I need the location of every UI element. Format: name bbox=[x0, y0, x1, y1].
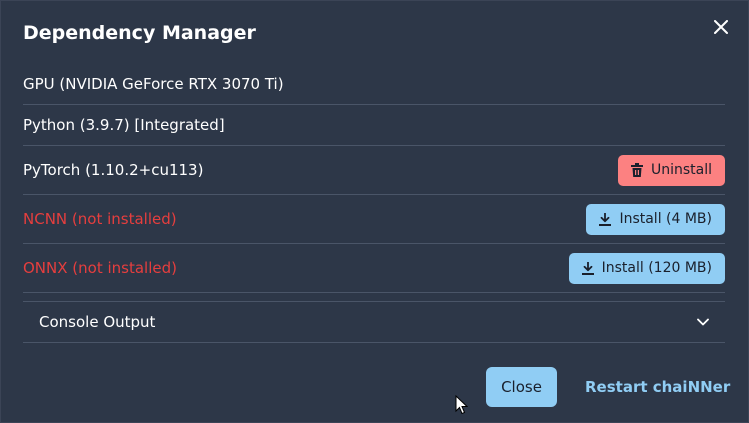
console-output-toggle[interactable]: Console Output bbox=[23, 301, 725, 343]
chevron-down-icon bbox=[697, 318, 709, 326]
mouse-cursor-icon bbox=[455, 395, 468, 415]
trash-icon bbox=[630, 163, 643, 177]
dependency-label: GPU (NVIDIA GeForce RTX 3070 Ti) bbox=[23, 75, 284, 93]
install-ncnn-button[interactable]: Install (4 MB) bbox=[586, 203, 725, 235]
dependency-list: GPU (NVIDIA GeForce RTX 3070 Ti) Python … bbox=[23, 64, 725, 343]
uninstall-pytorch-button[interactable]: Uninstall bbox=[617, 154, 725, 186]
dependency-label: ONNX (not installed) bbox=[23, 259, 177, 277]
dialog-title: Dependency Manager bbox=[23, 22, 256, 44]
close-icon bbox=[714, 20, 728, 34]
dependency-row-gpu: GPU (NVIDIA GeForce RTX 3070 Ti) bbox=[23, 64, 725, 105]
dependency-row-python: Python (3.9.7) [Integrated] bbox=[23, 105, 725, 146]
dependency-label: NCNN (not installed) bbox=[23, 210, 177, 228]
button-label: Install (120 MB) bbox=[601, 260, 712, 276]
download-icon bbox=[581, 261, 594, 275]
download-icon bbox=[599, 212, 612, 226]
close-dialog-button[interactable] bbox=[709, 15, 733, 39]
dependency-row-onnx: ONNX (not installed) Install (120 MB) bbox=[23, 244, 725, 293]
button-label: Uninstall bbox=[650, 162, 712, 178]
restart-chainner-button[interactable]: Restart chaiNNer bbox=[585, 367, 730, 407]
dependency-label: PyTorch (1.10.2+cu113) bbox=[23, 161, 204, 179]
dependency-manager-dialog: Dependency Manager GPU (NVIDIA GeForce R… bbox=[0, 0, 749, 423]
close-button[interactable]: Close bbox=[486, 367, 557, 407]
button-label: Install (4 MB) bbox=[619, 211, 712, 227]
dependency-row-pytorch: PyTorch (1.10.2+cu113) Uninstall bbox=[23, 146, 725, 195]
dependency-row-ncnn: NCNN (not installed) Install (4 MB) bbox=[23, 195, 725, 244]
console-output-label: Console Output bbox=[39, 313, 156, 331]
install-onnx-button[interactable]: Install (120 MB) bbox=[568, 252, 725, 284]
dependency-label: Python (3.9.7) [Integrated] bbox=[23, 116, 225, 134]
